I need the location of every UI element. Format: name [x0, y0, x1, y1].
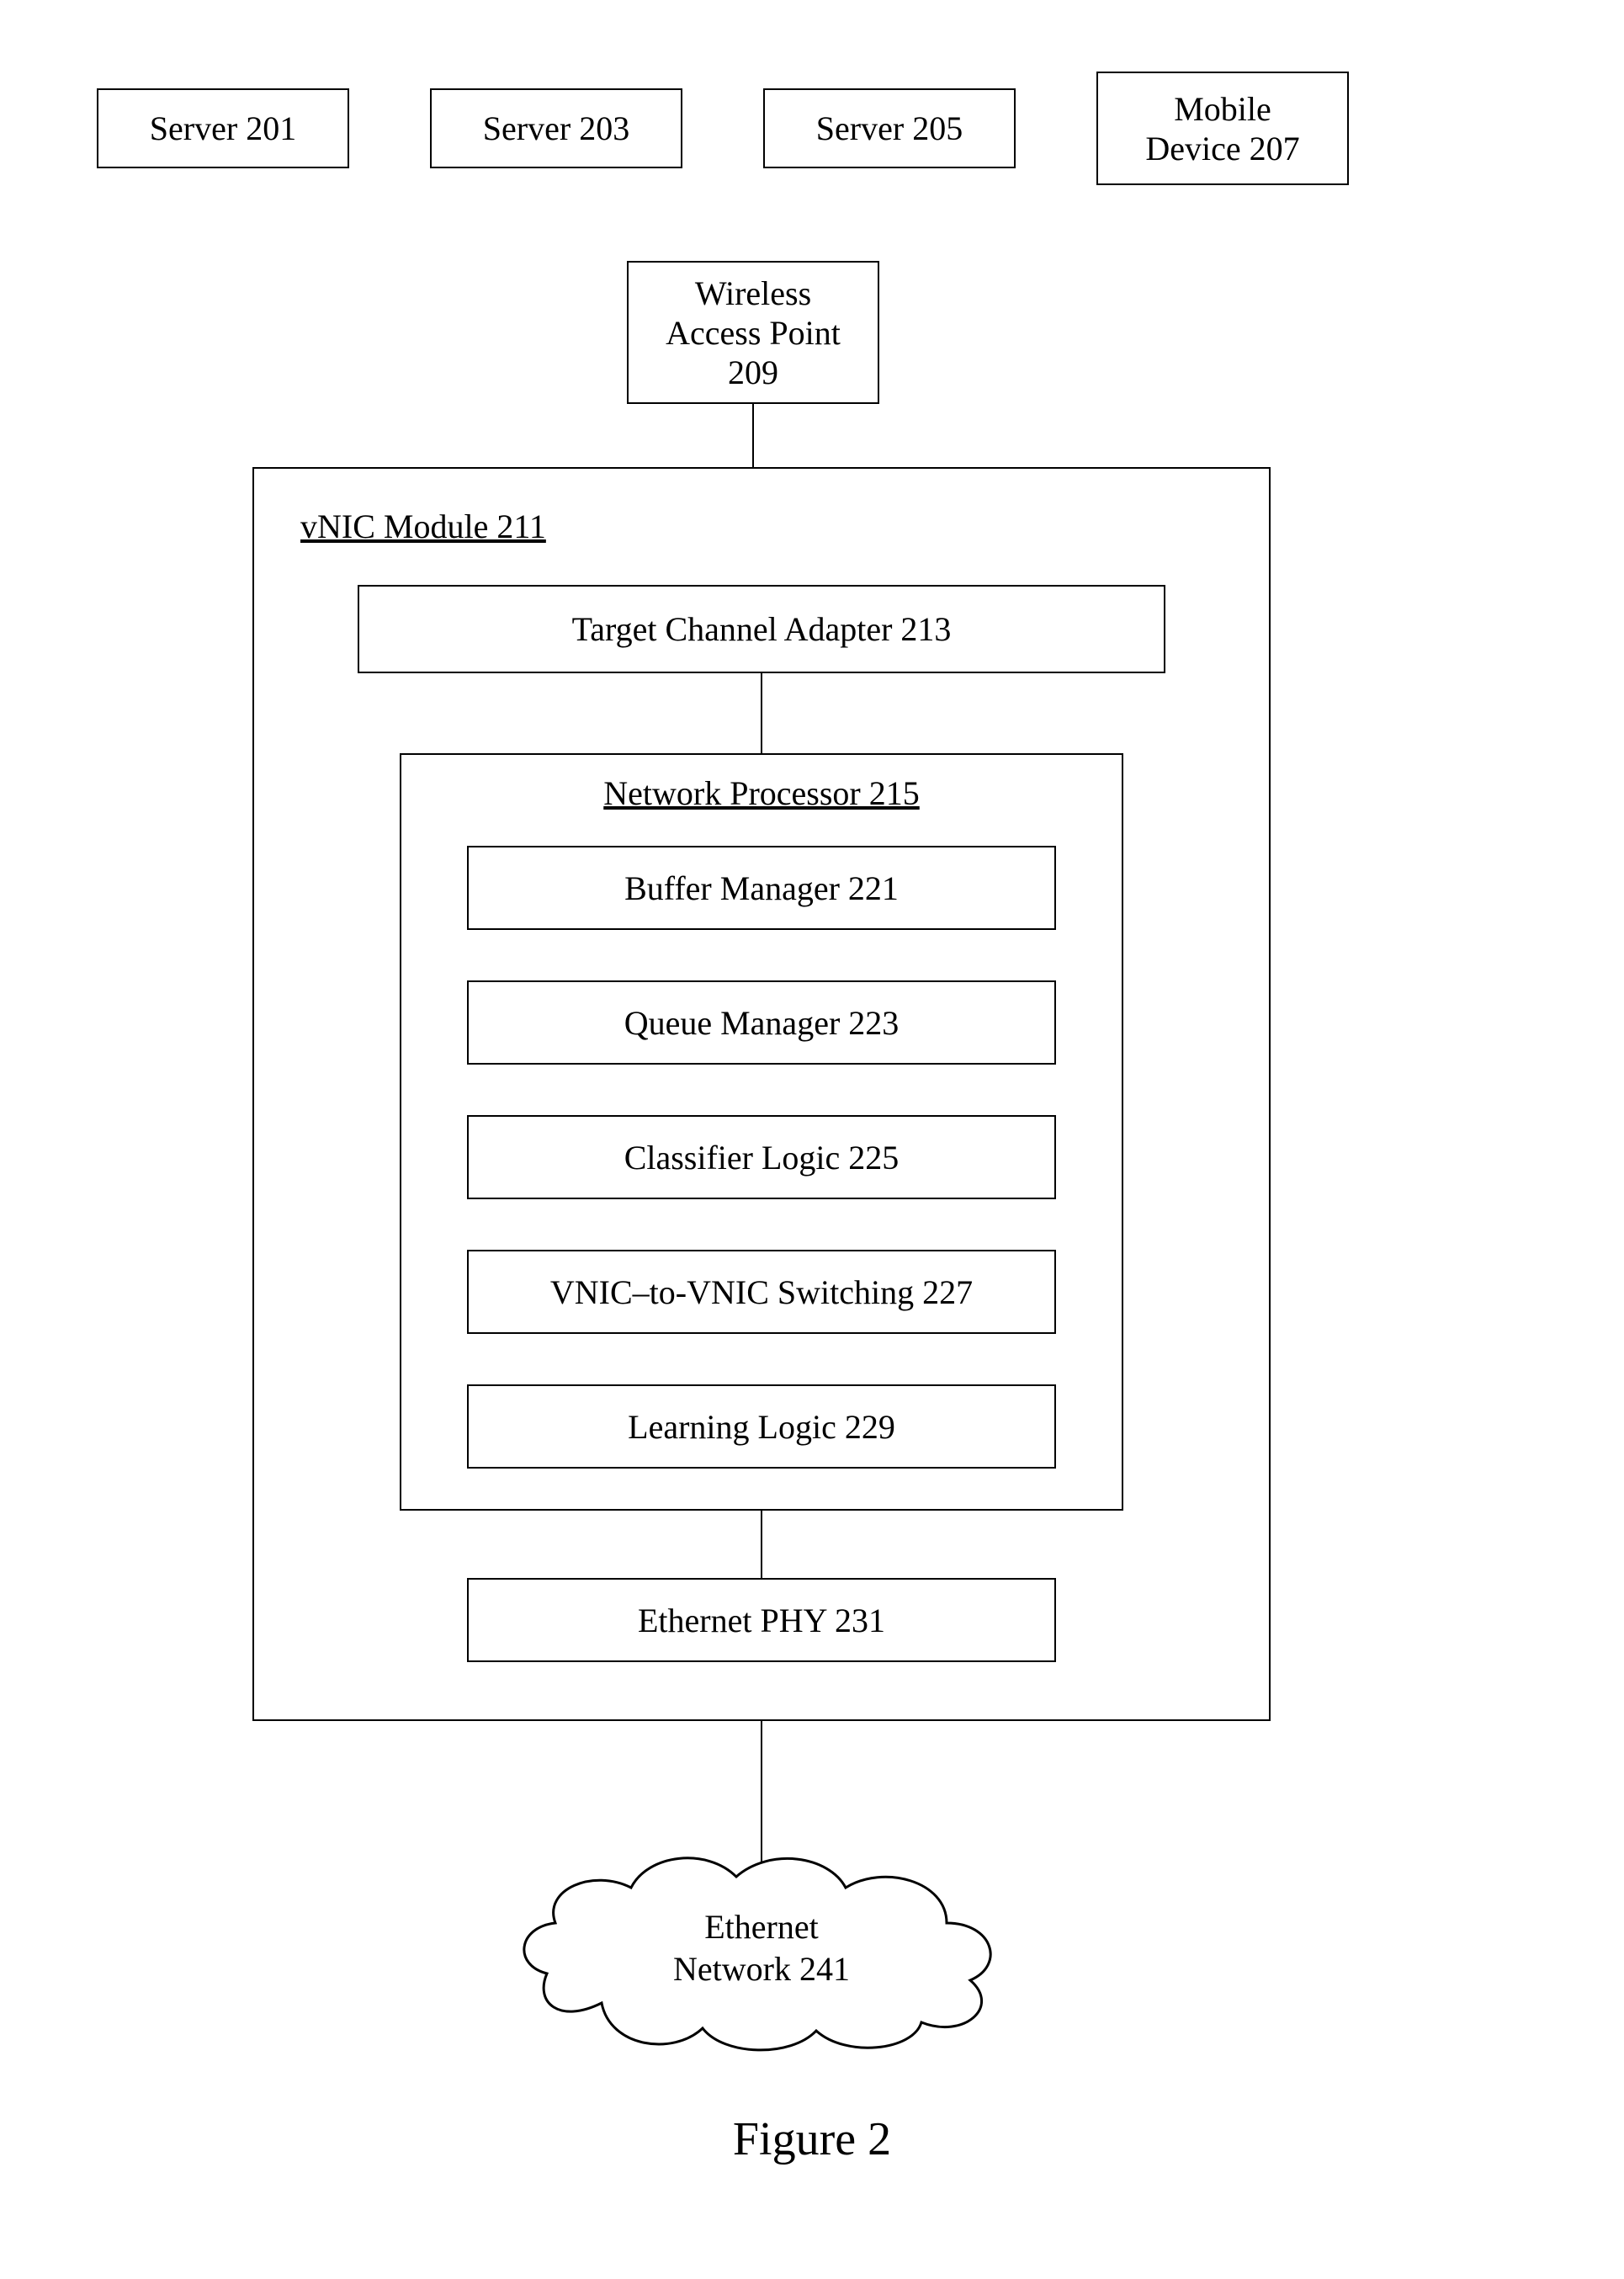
label-buffer: Buffer Manager 221 — [624, 869, 899, 908]
label-server-201: Server 201 — [150, 109, 296, 148]
box-target-channel-adapter: Target Channel Adapter 213 — [358, 585, 1165, 673]
label-cloud: Ethernet Network 241 — [509, 1839, 1014, 2058]
label-tca: Target Channel Adapter 213 — [572, 609, 952, 649]
figure-caption: Figure 2 — [0, 2112, 1624, 2166]
cloud-ethernet-network: Ethernet Network 241 — [509, 1839, 1014, 2058]
connector-wap-to-module — [752, 404, 754, 467]
label-queue: Queue Manager 223 — [624, 1003, 900, 1043]
box-ethernet-phy: Ethernet PHY 231 — [467, 1578, 1056, 1662]
box-learning-logic: Learning Logic 229 — [467, 1384, 1056, 1469]
label-phy: Ethernet PHY 231 — [638, 1601, 885, 1640]
box-server-203: Server 203 — [430, 88, 682, 168]
connector-tca-to-np — [761, 673, 762, 753]
label-switching: VNIC–to-VNIC Switching 227 — [550, 1272, 973, 1312]
label-np-title: Network Processor 215 — [401, 773, 1122, 813]
label-server-203: Server 203 — [483, 109, 629, 148]
box-classifier-logic: Classifier Logic 225 — [467, 1115, 1056, 1199]
box-wireless-access-point: Wireless Access Point 209 — [627, 261, 879, 404]
box-server-205: Server 205 — [763, 88, 1016, 168]
label-wap: Wireless Access Point 209 — [666, 274, 841, 392]
box-vnic-switching: VNIC–to-VNIC Switching 227 — [467, 1250, 1056, 1334]
label-learning: Learning Logic 229 — [628, 1407, 895, 1447]
box-mobile-device-207: Mobile Device 207 — [1096, 72, 1349, 185]
box-buffer-manager: Buffer Manager 221 — [467, 846, 1056, 930]
label-mobile-device: Mobile Device 207 — [1145, 89, 1299, 168]
diagram-page: Server 201 Server 203 Server 205 Mobile … — [0, 0, 1624, 2279]
label-vnic-module-title: vNIC Module 211 — [300, 507, 546, 546]
box-server-201: Server 201 — [97, 88, 349, 168]
label-classifier: Classifier Logic 225 — [624, 1138, 900, 1177]
label-server-205: Server 205 — [816, 109, 963, 148]
connector-np-to-phy — [761, 1511, 762, 1578]
box-queue-manager: Queue Manager 223 — [467, 980, 1056, 1065]
